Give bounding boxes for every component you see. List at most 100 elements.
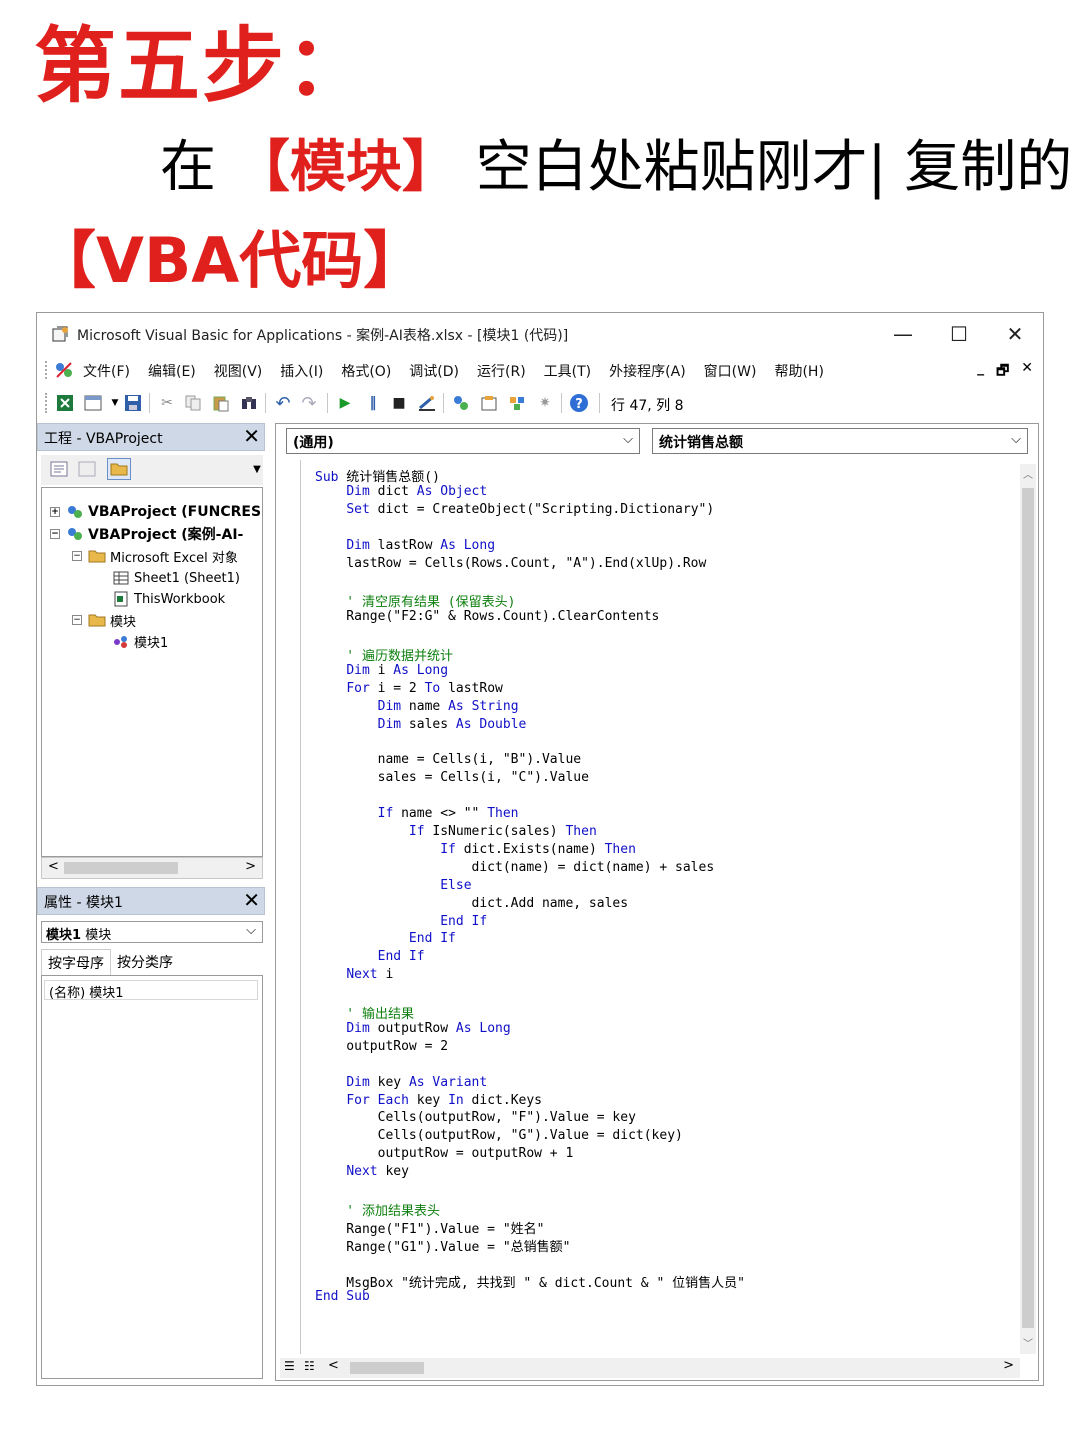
properties-close-icon[interactable]: ✕ xyxy=(243,890,260,910)
scroll-right-icon[interactable]: > xyxy=(1003,1358,1014,1373)
scroll-right-icon[interactable]: > xyxy=(245,859,256,874)
code-line: Dim outputRow As Long xyxy=(346,1020,511,1036)
view-code-icon[interactable] xyxy=(49,459,69,479)
view-object-icon[interactable] xyxy=(77,459,97,479)
procedure-combo[interactable]: 统计销售总额 ⌵ xyxy=(652,428,1028,454)
step-heading: 第五步： xyxy=(34,19,371,114)
menu-edit[interactable]: 编辑(E) xyxy=(148,361,196,381)
menu-tools[interactable]: 工具(T) xyxy=(544,361,591,381)
inner-window-controls: _ 🗗 ✕ xyxy=(977,360,1033,384)
scroll-left-icon[interactable]: < xyxy=(328,1358,339,1373)
scroll-down-icon[interactable]: ﹀ xyxy=(1023,1335,1033,1350)
tree-item-modules-folder[interactable]: − 模块 xyxy=(72,610,136,630)
tree-item-funcres[interactable]: + VBAProject (FUNCRES xyxy=(50,502,261,522)
scroll-thumb[interactable] xyxy=(64,862,178,874)
project-hscrollbar[interactable]: < > xyxy=(41,857,263,879)
tree-item-sheet1[interactable]: Sheet1 (Sheet1) xyxy=(112,568,240,588)
property-value[interactable]: 模块1 xyxy=(89,986,123,1001)
toolbar-separator xyxy=(443,393,444,413)
menu-run[interactable]: 运行(R) xyxy=(477,361,526,381)
expand-icon[interactable]: + xyxy=(50,507,60,517)
scroll-left-icon[interactable]: < xyxy=(48,859,59,874)
tab-categorized[interactable]: 按分类序 xyxy=(111,949,179,975)
properties-object-select[interactable]: 模块1 模块 ⌵ xyxy=(41,921,263,943)
tab-alphabetic[interactable]: 按字母序 xyxy=(41,949,111,975)
dropdown-arrow-icon[interactable]: ▼ xyxy=(105,393,125,413)
project-panel-header: 工程 - VBAProject ✕ xyxy=(37,423,265,451)
code-line: Dim key As Variant xyxy=(346,1074,488,1090)
design-mode-icon[interactable] xyxy=(417,393,437,413)
menu-items: 文件(F) 编辑(E) 视图(V) 插入(I) 格式(O) 调试(D) 运行(R… xyxy=(83,361,842,381)
scroll-thumb[interactable] xyxy=(350,1362,424,1374)
tree-label: ThisWorkbook xyxy=(134,591,226,607)
menu-addins[interactable]: 外接程序(A) xyxy=(609,361,686,381)
code-line: Range("G1").Value = "总销售额" xyxy=(315,1239,571,1255)
project-close-icon[interactable]: ✕ xyxy=(243,426,260,446)
inner-minimize-button[interactable]: _ xyxy=(977,360,984,384)
property-row-name[interactable]: (名称) 模块1 xyxy=(44,980,258,1001)
toolbox-icon[interactable]: ✷ xyxy=(535,393,555,413)
vba-menu-icon[interactable] xyxy=(53,359,75,381)
procedure-view-icon[interactable]: ☰ xyxy=(284,1359,295,1373)
code-line: ' 添加结果表头 xyxy=(315,1203,440,1219)
copy-icon[interactable] xyxy=(183,393,203,413)
code-line: Next key xyxy=(346,1164,409,1180)
run-icon[interactable]: ▶ xyxy=(335,393,355,413)
code-line: Dim lastRow As Long xyxy=(346,537,496,553)
code-line: ' 遍历数据并统计 xyxy=(315,649,453,664)
redo-icon[interactable]: ↷ xyxy=(299,393,319,414)
menu-view[interactable]: 视图(V) xyxy=(214,361,263,381)
object-combo[interactable]: (通用) ⌵ xyxy=(286,428,640,454)
code-editor[interactable]: Sub 统计销售总额() Dim dict As Object Set dict… xyxy=(300,460,1018,1354)
cut-icon[interactable]: ✂ xyxy=(157,393,177,413)
tree-label: Sheet1 (Sheet1) xyxy=(134,570,240,586)
break-icon[interactable]: ‖ xyxy=(363,393,383,413)
help-icon[interactable]: ? xyxy=(569,393,589,413)
collapse-icon[interactable]: − xyxy=(72,615,82,625)
minimize-button[interactable]: — xyxy=(883,319,923,349)
menu-debug[interactable]: 调试(D) xyxy=(409,361,459,381)
menu-bar: 文件(F) 编辑(E) 视图(V) 插入(I) 格式(O) 调试(D) 运行(R… xyxy=(37,355,1043,385)
object-browser-icon[interactable] xyxy=(507,393,527,413)
svg-text:?: ? xyxy=(575,397,583,412)
inner-close-button[interactable]: ✕ xyxy=(1021,360,1033,384)
scroll-up-icon[interactable]: ︿ xyxy=(1023,466,1033,481)
tree-item-excel-objects[interactable]: − Microsoft Excel 对象 xyxy=(72,546,238,566)
tree-label: VBAProject (FUNCRES xyxy=(88,504,262,520)
collapse-icon[interactable]: − xyxy=(50,529,60,539)
menu-file[interactable]: 文件(F) xyxy=(83,361,130,381)
maximize-button[interactable]: ☐ xyxy=(939,319,979,349)
menu-insert[interactable]: 插入(I) xyxy=(280,361,323,381)
code-line: Dim dict As Object xyxy=(346,483,488,499)
inner-restore-button[interactable]: 🗗 xyxy=(996,360,1009,384)
standard-toolbar: ▼ ✂ ↶ ↷ ▶ ‖ ■ ✷ ? 行 47, 列 8 xyxy=(37,387,1043,419)
toggle-folders-icon[interactable] xyxy=(107,458,131,480)
workbook-icon xyxy=(112,591,130,607)
reset-icon[interactable]: ■ xyxy=(389,393,409,413)
code-hscrollbar[interactable]: ☰ ☷ < > xyxy=(280,1358,1020,1378)
find-icon[interactable] xyxy=(239,393,259,413)
properties-window-icon[interactable] xyxy=(479,393,499,413)
close-button[interactable]: ✕ xyxy=(995,319,1035,349)
collapse-icon[interactable]: − xyxy=(72,551,82,561)
tree-item-case-project[interactable]: − VBAProject (案例-AI- xyxy=(50,524,243,544)
scroll-thumb[interactable] xyxy=(1022,488,1034,1328)
code-vscrollbar[interactable]: ︿ ﹀ xyxy=(1020,464,1036,1354)
chevron-down-icon[interactable]: ⌵ xyxy=(623,432,633,447)
undo-icon[interactable]: ↶ xyxy=(273,393,293,414)
chevron-down-icon[interactable]: ⌵ xyxy=(246,923,256,938)
menu-format[interactable]: 格式(O) xyxy=(341,361,391,381)
paste-icon[interactable] xyxy=(211,393,231,413)
view-excel-icon[interactable] xyxy=(55,393,75,413)
project-scroll-icon[interactable]: ▼ xyxy=(247,459,267,479)
project-explorer-icon[interactable] xyxy=(451,393,471,413)
menu-window[interactable]: 窗口(W) xyxy=(704,361,757,381)
save-icon[interactable] xyxy=(123,393,143,413)
menu-help[interactable]: 帮助(H) xyxy=(774,361,823,381)
tree-item-module1[interactable]: 模块1 xyxy=(112,631,168,651)
chevron-down-icon[interactable]: ⌵ xyxy=(1011,432,1021,447)
full-module-view-icon[interactable]: ☷ xyxy=(304,1359,315,1373)
vba-app-icon xyxy=(52,326,68,342)
insert-userform-icon[interactable] xyxy=(83,393,103,413)
tree-item-thisworkbook[interactable]: ThisWorkbook xyxy=(112,589,225,609)
